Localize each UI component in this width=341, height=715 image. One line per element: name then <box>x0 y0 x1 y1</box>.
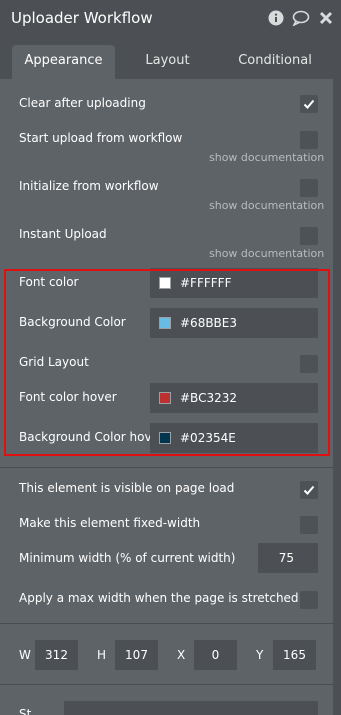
max-width-label: Apply a max width when the page is stret… <box>19 591 299 605</box>
initialize-doc-link[interactable]: show documentation <box>209 199 324 212</box>
min-width-input[interactable]: 75 <box>258 543 318 573</box>
height-input[interactable]: 107 <box>115 640 158 670</box>
width-label: W <box>19 648 31 662</box>
close-icon[interactable] <box>319 10 335 26</box>
section-divider <box>0 623 333 624</box>
scrollbar-track[interactable] <box>333 79 341 715</box>
instant-upload-doc-link[interactable]: show documentation <box>209 247 324 260</box>
tab-layout[interactable]: Layout <box>120 45 215 79</box>
highlight-box <box>4 269 330 456</box>
y-input[interactable]: 165 <box>273 640 316 670</box>
start-upload-label: Start upload from workflow <box>19 131 183 145</box>
visible-on-load-label: This element is visible on page load <box>19 481 235 495</box>
width-input[interactable]: 312 <box>35 640 78 670</box>
initialize-checkbox[interactable] <box>300 179 318 197</box>
style-dropdown[interactable] <box>64 701 318 715</box>
min-width-value: 75 <box>278 551 294 565</box>
fixed-width-checkbox[interactable] <box>300 516 318 534</box>
checkmark-icon <box>303 485 315 495</box>
x-input[interactable]: 0 <box>194 640 237 670</box>
instant-upload-label: Instant Upload <box>19 227 107 241</box>
height-label: H <box>97 648 107 662</box>
tab-conditional[interactable]: Conditional <box>222 45 328 79</box>
tab-appearance[interactable]: Appearance <box>12 45 115 79</box>
initialize-label: Initialize from workflow <box>19 179 159 193</box>
x-label: X <box>177 648 186 662</box>
checkmark-icon <box>303 99 315 109</box>
section-divider <box>0 684 333 685</box>
max-width-checkbox[interactable] <box>300 591 318 609</box>
section-divider <box>0 467 333 468</box>
clear-after-uploading-label: Clear after uploading <box>19 96 146 110</box>
start-upload-doc-link[interactable]: show documentation <box>209 151 324 164</box>
tab-bar: Appearance Layout Conditional <box>0 37 341 79</box>
fixed-width-label: Make this element fixed-width <box>19 516 201 530</box>
window-title: Uploader Workflow <box>11 9 153 27</box>
start-upload-checkbox[interactable] <box>300 131 318 149</box>
min-width-label: Minimum width (% of current width) <box>19 551 236 565</box>
instant-upload-checkbox[interactable] <box>300 227 318 245</box>
comment-icon[interactable] <box>292 10 310 27</box>
y-label: Y <box>256 648 264 662</box>
title-bar: Uploader Workflow <box>0 0 341 37</box>
style-label: St... <box>19 707 43 715</box>
clear-after-uploading-checkbox[interactable] <box>300 95 318 113</box>
info-icon[interactable] <box>268 10 284 26</box>
visible-on-load-checkbox[interactable] <box>300 481 318 499</box>
